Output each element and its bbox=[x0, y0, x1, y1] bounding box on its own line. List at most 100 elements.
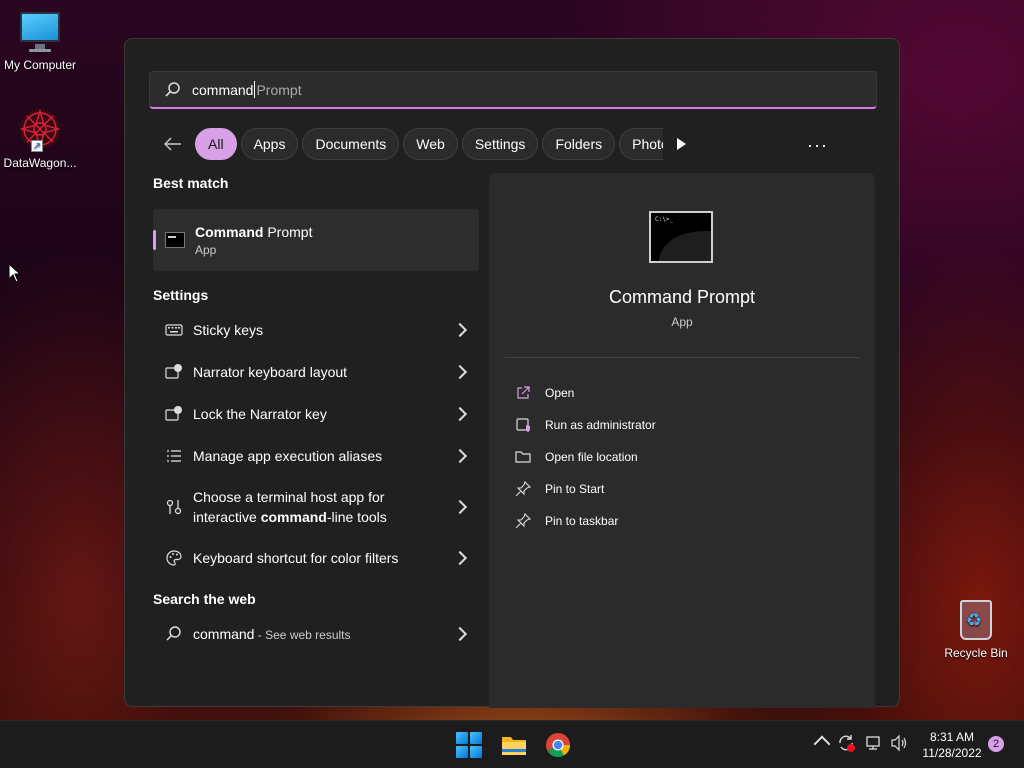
settings-result-label: Choose a terminal host app for interacti… bbox=[193, 489, 387, 525]
open-external-icon bbox=[517, 386, 530, 399]
search-panel: command Prompt All Apps Documents Web Se… bbox=[124, 38, 900, 708]
search-icon bbox=[165, 81, 180, 97]
chevron-right-icon bbox=[452, 499, 468, 515]
show-hidden-icons-button[interactable] bbox=[813, 735, 831, 753]
desktop-icon-my-computer[interactable]: My Computer bbox=[0, 10, 80, 72]
pin-icon bbox=[515, 513, 531, 529]
palette-icon bbox=[166, 550, 182, 566]
divider bbox=[505, 357, 859, 358]
search-suggestion-text: Prompt bbox=[256, 81, 302, 98]
selection-indicator bbox=[153, 230, 156, 250]
action-pin-to-start[interactable]: Pin to Start bbox=[515, 473, 656, 505]
search-input[interactable]: command Prompt bbox=[149, 71, 877, 109]
web-search-label: command - See web results bbox=[193, 625, 351, 642]
taskbar: 8:31 AM 11/28/2022 bbox=[0, 720, 1024, 768]
best-match-subtitle: App bbox=[195, 242, 217, 257]
desktop-icon-label: DataWagon... bbox=[3, 156, 77, 170]
action-open-file-location[interactable]: Open file location bbox=[515, 441, 656, 473]
action-label: Open bbox=[545, 386, 575, 400]
settings-heading: Settings bbox=[153, 287, 209, 303]
list-icon bbox=[167, 450, 181, 462]
filter-chip-all[interactable]: All bbox=[195, 128, 237, 160]
recycle-bin-icon: ♻ bbox=[956, 596, 996, 642]
back-arrow-icon[interactable] bbox=[161, 129, 185, 159]
text-caret bbox=[254, 81, 256, 98]
best-match-title: Command Prompt bbox=[195, 223, 313, 240]
taskbar-clock[interactable]: 8:31 AM 11/28/2022 bbox=[918, 729, 986, 761]
chevron-right-icon bbox=[452, 322, 468, 338]
settings-result-narrator-keyboard-layout[interactable]: Narrator keyboard layout bbox=[153, 351, 479, 393]
filter-chip-photos[interactable]: Photos bbox=[619, 128, 664, 160]
settings-result-label: Sticky keys bbox=[193, 322, 264, 338]
action-pin-to-taskbar[interactable]: Pin to taskbar bbox=[515, 505, 656, 537]
preview-actions: Open Run as administrator Open file loca… bbox=[515, 377, 656, 537]
notification-badge[interactable]: 2 bbox=[988, 736, 1004, 752]
settings-result-terminal-host-app[interactable]: Choose a terminal host app for interacti… bbox=[153, 477, 479, 537]
action-label: Pin to taskbar bbox=[545, 514, 619, 528]
more-options-button[interactable]: ··· bbox=[807, 135, 828, 156]
action-run-as-administrator[interactable]: Run as administrator bbox=[515, 409, 656, 441]
terminal-settings-icon bbox=[166, 499, 182, 515]
chevron-right-icon bbox=[452, 550, 468, 566]
filter-chip-apps[interactable]: Apps bbox=[240, 128, 299, 160]
filter-chip-documents[interactable]: Documents bbox=[302, 128, 400, 160]
shortcut-arrow-icon: ↗ bbox=[31, 140, 43, 152]
filter-chip-folders[interactable]: Folders bbox=[542, 128, 616, 160]
clock-date: 11/28/2022 bbox=[922, 746, 982, 760]
settings-result-lock-narrator-key[interactable]: Lock the Narrator key bbox=[153, 393, 479, 435]
search-web-heading: Search the web bbox=[153, 591, 256, 607]
result-preview-pane: C:\>_ Command Prompt App Open Run as adm… bbox=[489, 173, 875, 708]
results-list: Best match Command Prompt App Settings S… bbox=[153, 175, 479, 655]
command-prompt-icon bbox=[165, 232, 185, 248]
chevron-right-icon bbox=[452, 364, 468, 380]
desktop-icon-label: My Computer bbox=[3, 58, 77, 72]
mouse-cursor-icon bbox=[8, 263, 22, 283]
command-prompt-large-icon: C:\>_ bbox=[649, 211, 713, 263]
filter-chip-web[interactable]: Web bbox=[403, 128, 458, 160]
computer-icon bbox=[18, 10, 62, 54]
folder-icon bbox=[502, 737, 526, 755]
search-icon bbox=[166, 626, 181, 641]
chevron-right-icon bbox=[452, 626, 468, 642]
preview-subtitle: App bbox=[671, 315, 693, 329]
start-button[interactable] bbox=[455, 731, 483, 759]
chevron-right-icon bbox=[452, 448, 468, 464]
clock-time: 8:31 AM bbox=[929, 730, 975, 744]
file-explorer-taskbar-button[interactable] bbox=[500, 731, 528, 759]
settings-result-sticky-keys[interactable]: Sticky keys bbox=[153, 309, 479, 351]
narrator-lock-icon bbox=[165, 406, 182, 421]
chrome-icon bbox=[546, 733, 570, 758]
desktop-icon-recycle-bin[interactable]: ♻ Recycle Bin bbox=[936, 596, 1016, 660]
scroll-filters-right-icon[interactable] bbox=[677, 138, 687, 150]
search-typed-text: command bbox=[192, 81, 254, 98]
volume-icon[interactable] bbox=[890, 733, 910, 753]
best-match-result[interactable]: Command Prompt App bbox=[153, 209, 479, 271]
keyboard-icon bbox=[165, 324, 183, 336]
action-label: Pin to Start bbox=[545, 482, 605, 496]
settings-result-label: Manage app execution aliases bbox=[193, 448, 383, 464]
folder-icon bbox=[515, 451, 531, 463]
desktop-icon-label: Recycle Bin bbox=[944, 646, 1008, 660]
preview-title: Command Prompt bbox=[608, 287, 756, 307]
desktop-icon-datawagon[interactable]: ↗ DataWagon... bbox=[0, 106, 80, 170]
action-open[interactable]: Open bbox=[515, 377, 656, 409]
chevron-right-icon bbox=[452, 406, 468, 422]
pin-icon bbox=[515, 481, 531, 497]
settings-result-label: Keyboard shortcut for color filters bbox=[193, 550, 399, 566]
network-icon[interactable] bbox=[864, 733, 884, 753]
shield-icon bbox=[516, 418, 530, 432]
filter-chip-settings[interactable]: Settings bbox=[461, 128, 539, 160]
settings-result-label: Lock the Narrator key bbox=[193, 406, 327, 422]
narrator-icon bbox=[165, 364, 182, 379]
action-label: Open file location bbox=[545, 450, 638, 464]
settings-result-color-filters-shortcut[interactable]: Keyboard shortcut for color filters bbox=[153, 537, 479, 579]
best-match-heading: Best match bbox=[153, 175, 229, 191]
settings-result-app-execution-aliases[interactable]: Manage app execution aliases bbox=[153, 435, 479, 477]
chrome-taskbar-button[interactable] bbox=[544, 731, 572, 759]
settings-result-label: Narrator keyboard layout bbox=[193, 364, 348, 380]
web-search-result[interactable]: command - See web results bbox=[153, 613, 479, 655]
datawagon-logo-icon: ↗ bbox=[17, 106, 63, 152]
sync-icon[interactable] bbox=[836, 733, 856, 753]
filter-bar: All Apps Documents Web Settings Folders … bbox=[161, 127, 687, 161]
action-label: Run as administrator bbox=[545, 418, 656, 432]
